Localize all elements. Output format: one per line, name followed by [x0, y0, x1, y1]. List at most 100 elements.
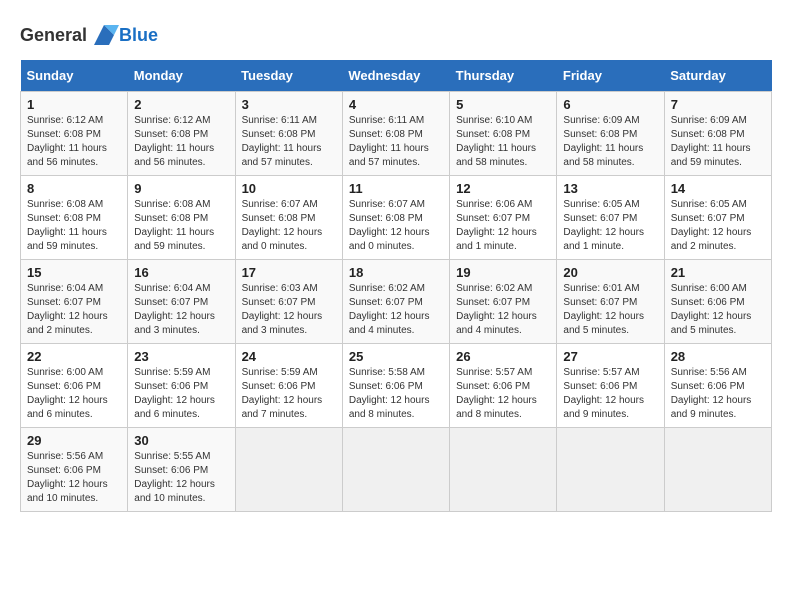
calendar-cell: 4Sunrise: 6:11 AMSunset: 6:08 PMDaylight… — [342, 92, 449, 176]
logo-icon — [89, 20, 119, 50]
page-header: General Blue — [20, 20, 772, 50]
day-number: 4 — [349, 97, 443, 112]
day-number: 27 — [563, 349, 657, 364]
day-number: 8 — [27, 181, 121, 196]
weekday-header-sunday: Sunday — [21, 60, 128, 92]
day-number: 20 — [563, 265, 657, 280]
day-info: Sunrise: 5:59 AMSunset: 6:06 PMDaylight:… — [242, 366, 336, 422]
day-info: Sunrise: 6:05 AMSunset: 6:07 PMDaylight:… — [671, 198, 765, 254]
calendar-cell: 21 Sunrise: 6:00 AMSunset: 6:06 PMDayligh… — [664, 260, 771, 344]
calendar-cell: 5Sunrise: 6:10 AMSunset: 6:08 PMDaylight… — [450, 92, 557, 176]
calendar-cell: 28Sunrise: 5:56 AMSunset: 6:06 PMDayligh… — [664, 344, 771, 428]
day-number: 14 — [671, 181, 765, 196]
calendar-cell — [557, 428, 664, 512]
weekday-header-thursday: Thursday — [450, 60, 557, 92]
calendar-cell: 29 Sunrise: 5:56 AMSunset: 6:06 PMDayligh… — [21, 428, 128, 512]
day-info: Sunrise: 5:56 AMSunset: 6:06 PMDaylight:… — [27, 450, 121, 506]
calendar-cell: 17 Sunrise: 6:03 AMSunset: 6:07 PMDayligh… — [235, 260, 342, 344]
calendar-cell: 19 Sunrise: 6:02 AMSunset: 6:07 PMDayligh… — [450, 260, 557, 344]
calendar-cell — [235, 428, 342, 512]
day-number: 10 — [242, 181, 336, 196]
calendar-week-row: 29 Sunrise: 5:56 AMSunset: 6:06 PMDayligh… — [21, 428, 772, 512]
weekday-header-monday: Monday — [128, 60, 235, 92]
weekday-header-saturday: Saturday — [664, 60, 771, 92]
day-number: 2 — [134, 97, 228, 112]
day-number: 11 — [349, 181, 443, 196]
calendar-cell — [450, 428, 557, 512]
calendar-cell: 14 Sunrise: 6:05 AMSunset: 6:07 PMDayligh… — [664, 176, 771, 260]
day-number: 19 — [456, 265, 550, 280]
day-number: 17 — [242, 265, 336, 280]
day-info: Sunrise: 6:04 AMSunset: 6:07 PMDaylight:… — [134, 282, 228, 338]
day-info: Sunrise: 6:12 AMSunset: 6:08 PMDaylight:… — [134, 114, 228, 170]
day-info: Sunrise: 6:02 AMSunset: 6:07 PMDaylight:… — [456, 282, 550, 338]
weekday-header-wednesday: Wednesday — [342, 60, 449, 92]
day-number: 26 — [456, 349, 550, 364]
day-number: 22 — [27, 349, 121, 364]
day-info: Sunrise: 6:03 AMSunset: 6:07 PMDaylight:… — [242, 282, 336, 338]
logo: General Blue — [20, 20, 158, 50]
day-number: 18 — [349, 265, 443, 280]
calendar-cell: 24 Sunrise: 5:59 AMSunset: 6:06 PMDayligh… — [235, 344, 342, 428]
day-number: 25 — [349, 349, 443, 364]
day-number: 3 — [242, 97, 336, 112]
calendar-cell: 26 Sunrise: 5:57 AMSunset: 6:06 PMDayligh… — [450, 344, 557, 428]
weekday-header-tuesday: Tuesday — [235, 60, 342, 92]
weekday-header-row: SundayMondayTuesdayWednesdayThursdayFrid… — [21, 60, 772, 92]
calendar-table: SundayMondayTuesdayWednesdayThursdayFrid… — [20, 60, 772, 512]
day-number: 21 — [671, 265, 765, 280]
calendar-cell: 6 Sunrise: 6:09 AMSunset: 6:08 PMDaylight… — [557, 92, 664, 176]
calendar-cell: 12 Sunrise: 6:06 AMSunset: 6:07 PMDayligh… — [450, 176, 557, 260]
day-number: 30 — [134, 433, 228, 448]
logo-text-blue: Blue — [119, 25, 158, 46]
calendar-cell: 27 Sunrise: 5:57 AMSunset: 6:06 PMDayligh… — [557, 344, 664, 428]
day-number: 15 — [27, 265, 121, 280]
calendar-cell: 30 Sunrise: 5:55 AMSunset: 6:06 PMDayligh… — [128, 428, 235, 512]
day-info: Sunrise: 5:59 AMSunset: 6:06 PMDaylight:… — [134, 366, 228, 422]
day-number: 28 — [671, 349, 765, 364]
calendar-cell: 1 Sunrise: 6:12 AMSunset: 6:08 PMDaylight… — [21, 92, 128, 176]
day-info: Sunrise: 6:05 AMSunset: 6:07 PMDaylight:… — [563, 198, 657, 254]
calendar-cell: 8 Sunrise: 6:08 AMSunset: 6:08 PMDaylight… — [21, 176, 128, 260]
calendar-cell — [664, 428, 771, 512]
day-info: Sunrise: 6:07 AMSunset: 6:08 PMDaylight:… — [242, 198, 336, 254]
day-number: 5 — [456, 97, 550, 112]
day-number: 9 — [134, 181, 228, 196]
day-info: Sunrise: 6:06 AMSunset: 6:07 PMDaylight:… — [456, 198, 550, 254]
day-number: 23 — [134, 349, 228, 364]
calendar-cell: 3 Sunrise: 6:11 AMSunset: 6:08 PMDaylight… — [235, 92, 342, 176]
day-info: Sunrise: 5:57 AMSunset: 6:06 PMDaylight:… — [563, 366, 657, 422]
calendar-cell: 25 Sunrise: 5:58 AMSunset: 6:06 PMDayligh… — [342, 344, 449, 428]
day-info: Sunrise: 6:07 AMSunset: 6:08 PMDaylight:… — [349, 198, 443, 254]
day-info: Sunrise: 6:08 AMSunset: 6:08 PMDaylight:… — [27, 198, 121, 254]
day-number: 7 — [671, 97, 765, 112]
day-info: Sunrise: 6:09 AMSunset: 6:08 PMDaylight:… — [563, 114, 657, 170]
day-number: 24 — [242, 349, 336, 364]
logo-text-general: General — [20, 25, 87, 46]
day-info: Sunrise: 6:02 AMSunset: 6:07 PMDaylight:… — [349, 282, 443, 338]
day-info: Sunrise: 5:57 AMSunset: 6:06 PMDaylight:… — [456, 366, 550, 422]
calendar-week-row: 8 Sunrise: 6:08 AMSunset: 6:08 PMDaylight… — [21, 176, 772, 260]
day-info: Sunrise: 5:55 AMSunset: 6:06 PMDaylight:… — [134, 450, 228, 506]
day-info: Sunrise: 6:04 AMSunset: 6:07 PMDaylight:… — [27, 282, 121, 338]
day-info: Sunrise: 5:58 AMSunset: 6:06 PMDaylight:… — [349, 366, 443, 422]
calendar-week-row: 1 Sunrise: 6:12 AMSunset: 6:08 PMDaylight… — [21, 92, 772, 176]
day-number: 1 — [27, 97, 121, 112]
day-number: 29 — [27, 433, 121, 448]
day-info: Sunrise: 6:09 AMSunset: 6:08 PMDaylight:… — [671, 114, 765, 170]
calendar-week-row: 22 Sunrise: 6:00 AMSunset: 6:06 PMDayligh… — [21, 344, 772, 428]
day-number: 12 — [456, 181, 550, 196]
calendar-cell: 13Sunrise: 6:05 AMSunset: 6:07 PMDayligh… — [557, 176, 664, 260]
calendar-cell: 16Sunrise: 6:04 AMSunset: 6:07 PMDayligh… — [128, 260, 235, 344]
calendar-week-row: 15 Sunrise: 6:04 AMSunset: 6:07 PMDayligh… — [21, 260, 772, 344]
calendar-cell: 15 Sunrise: 6:04 AMSunset: 6:07 PMDayligh… — [21, 260, 128, 344]
calendar-cell: 9Sunrise: 6:08 AMSunset: 6:08 PMDaylight… — [128, 176, 235, 260]
weekday-header-friday: Friday — [557, 60, 664, 92]
calendar-cell: 23 Sunrise: 5:59 AMSunset: 6:06 PMDayligh… — [128, 344, 235, 428]
day-number: 6 — [563, 97, 657, 112]
calendar-cell: 20Sunrise: 6:01 AMSunset: 6:07 PMDayligh… — [557, 260, 664, 344]
day-info: Sunrise: 6:00 AMSunset: 6:06 PMDaylight:… — [27, 366, 121, 422]
day-info: Sunrise: 6:11 AMSunset: 6:08 PMDaylight:… — [242, 114, 336, 170]
day-info: Sunrise: 6:12 AMSunset: 6:08 PMDaylight:… — [27, 114, 121, 170]
day-info: Sunrise: 6:00 AMSunset: 6:06 PMDaylight:… — [671, 282, 765, 338]
